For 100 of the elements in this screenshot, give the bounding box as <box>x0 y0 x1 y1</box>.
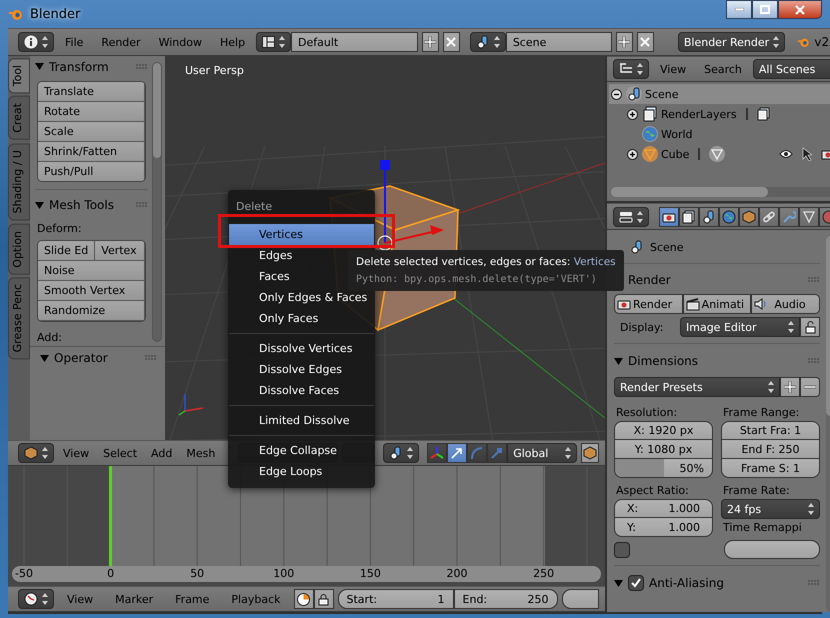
render-action-button[interactable]: Animati <box>682 294 752 314</box>
menu-item[interactable]: Select <box>98 446 142 460</box>
collapse-toggle-icon[interactable] <box>610 88 622 100</box>
render-action-button[interactable]: Audio <box>751 294 820 314</box>
expand-toggle-icon[interactable] <box>626 148 638 160</box>
menu-item[interactable]: Help <box>212 36 252 48</box>
frame-rate-dropdown[interactable]: 24 fps <box>721 499 820 519</box>
tool-button[interactable]: Randomize <box>38 301 145 322</box>
menu-item[interactable]: Only Faces <box>229 308 374 329</box>
display-dropdown[interactable]: Image Editor <box>680 317 800 337</box>
tool-button[interactable]: Smooth Vertex <box>38 281 145 302</box>
editor-type-dropdown[interactable] <box>18 32 54 52</box>
editor-type-dropdown[interactable] <box>613 59 649 79</box>
checkbox[interactable] <box>614 542 630 558</box>
menu-item[interactable]: Playback <box>222 592 290 606</box>
panel-title[interactable]: Mesh Tools <box>49 198 131 212</box>
eye-icon[interactable] <box>779 149 793 159</box>
menu-item[interactable]: Add <box>146 446 178 460</box>
menu-item[interactable]: Only Edges & Faces <box>229 287 374 308</box>
pivot-dropdown[interactable] <box>383 443 420 463</box>
collapse-arrow-icon[interactable] <box>614 578 623 588</box>
menu-item[interactable]: Frame <box>166 592 218 606</box>
menu-item[interactable]: Dissolve Vertices <box>229 338 374 359</box>
panel-title[interactable]: Dimensions <box>628 354 803 368</box>
scrollbar[interactable] <box>611 187 830 197</box>
panel-title[interactable]: Transform <box>49 60 131 74</box>
add-button[interactable] <box>616 32 633 52</box>
layout-dropdown[interactable] <box>256 32 292 52</box>
outliner-item[interactable]: World <box>625 124 830 144</box>
menu-item[interactable]: File <box>58 36 90 48</box>
panel-title[interactable]: Anti-Aliasing <box>649 576 803 590</box>
close-button[interactable] <box>778 0 822 19</box>
panel-title[interactable]: Operator <box>54 351 140 365</box>
frame-range-field[interactable]: End F: 250 <box>721 440 820 459</box>
menu-item[interactable]: Marker <box>106 592 162 606</box>
tool-button[interactable]: Slide Ed <box>38 241 96 262</box>
collapse-arrow-icon[interactable] <box>40 354 49 362</box>
delete-button[interactable] <box>636 32 654 52</box>
frame-range-field[interactable]: Frame S: 1 <box>721 459 820 478</box>
properties-tab[interactable] <box>679 206 699 226</box>
aspect-ratio-field[interactable]: X: 1.000 <box>614 499 713 518</box>
outliner-item[interactable]: RenderLayers <box>625 104 830 124</box>
menu-item[interactable]: Edge Collapse <box>229 440 374 461</box>
menu-item[interactable]: Search <box>697 62 749 76</box>
scrollbar[interactable] <box>152 62 162 342</box>
percentage-slider[interactable]: 50% <box>614 459 713 478</box>
properties-tab[interactable] <box>759 206 779 226</box>
maximize-button[interactable] <box>752 0 778 19</box>
manipulator-button[interactable] <box>427 443 448 463</box>
orientation-dropdown[interactable]: Global <box>507 443 578 463</box>
properties-tab[interactable] <box>659 206 679 226</box>
tool-button[interactable]: Vertex <box>95 241 145 262</box>
menu-item[interactable]: View <box>653 62 694 76</box>
lock-toggle-button[interactable] <box>314 589 334 609</box>
menu-item[interactable]: Dissolve Faces <box>229 380 374 401</box>
expand-toggle-icon[interactable] <box>626 108 638 120</box>
start-frame-field[interactable]: Start: 1 <box>338 589 454 609</box>
minimize-button[interactable] <box>726 0 752 19</box>
menu-item[interactable]: View <box>58 592 102 606</box>
collapse-arrow-icon[interactable] <box>35 62 44 72</box>
end-frame-field[interactable]: End: 250 <box>454 589 558 609</box>
frame-range-field[interactable]: Start Fra: 1 <box>721 421 820 440</box>
cursor-arrow-icon[interactable] <box>802 147 812 161</box>
tool-button[interactable]: Push/Pull <box>38 162 145 182</box>
keyframe-toggle-button[interactable] <box>294 589 314 609</box>
tool-button[interactable]: Translate <box>38 82 145 102</box>
lock-button[interactable] <box>800 317 820 337</box>
menu-item[interactable]: Window <box>152 36 209 48</box>
editor-type-dropdown[interactable] <box>18 589 54 609</box>
manipulator-button[interactable] <box>447 443 468 463</box>
menu-item[interactable]: View <box>58 446 94 460</box>
remove-preset-button[interactable] <box>800 377 820 397</box>
resolution-field[interactable]: X: 1920 px <box>614 421 713 440</box>
layer-toggle-button[interactable] <box>581 443 600 463</box>
layout-name-field[interactable]: Default <box>291 32 418 52</box>
tool-button[interactable]: Noise <box>38 261 145 282</box>
delete-button[interactable] <box>442 32 460 52</box>
checkbox[interactable] <box>628 575 644 591</box>
panel-title[interactable]: Render <box>628 273 803 287</box>
presets-dropdown[interactable]: Render Presets <box>614 377 780 397</box>
outliner-item[interactable]: Cube <box>625 144 830 164</box>
scene-name-field[interactable]: Scene <box>506 32 612 52</box>
add-button[interactable] <box>422 32 439 52</box>
render-action-button[interactable]: Render <box>614 294 683 314</box>
editor-type-dropdown[interactable] <box>613 206 649 226</box>
menu-item[interactable]: Dissolve Edges <box>229 359 374 380</box>
collapse-arrow-icon[interactable] <box>35 200 44 210</box>
collapse-arrow-icon[interactable] <box>614 356 623 366</box>
outliner-item[interactable]: Scene <box>609 84 830 104</box>
resolution-field[interactable]: Y: 1080 px <box>614 440 713 459</box>
tool-button[interactable]: Rotate <box>38 102 145 122</box>
add-preset-button[interactable] <box>780 377 800 397</box>
render-engine-dropdown[interactable]: Blender Render <box>678 32 786 52</box>
shelf-tab[interactable]: Tool <box>8 58 30 94</box>
menu-item[interactable]: Edge Loops <box>229 461 374 482</box>
properties-tab[interactable] <box>799 206 819 226</box>
menu-item[interactable]: Render <box>94 36 148 48</box>
tool-button[interactable]: Scale <box>38 122 145 142</box>
menu-item[interactable]: Mesh <box>181 446 220 460</box>
properties-tab[interactable] <box>739 206 759 226</box>
